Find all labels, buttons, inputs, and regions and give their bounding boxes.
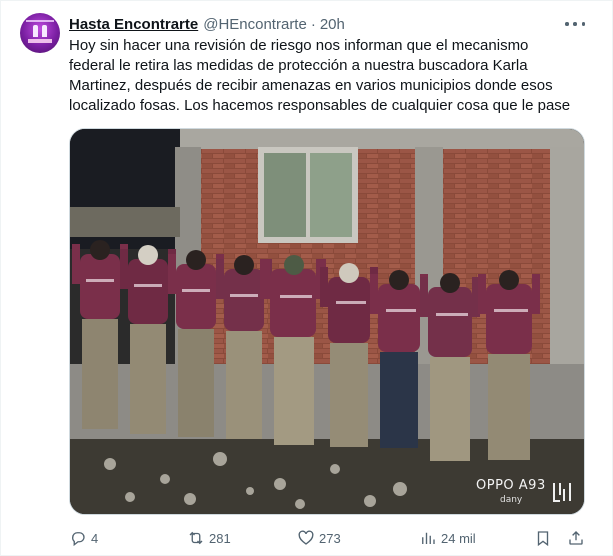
tweet-text: Hoy sin hacer una revisión de riesgo nos… xyxy=(69,36,594,116)
tweet-text-line: federal le retira las medidas de protecc… xyxy=(69,57,528,74)
tweet-time[interactable]: 20h xyxy=(320,16,345,33)
window-pane xyxy=(310,153,352,237)
action-bar: 4 281 273 24 mil xyxy=(69,528,589,548)
photo-scene xyxy=(70,129,584,514)
repost-button[interactable]: 281 xyxy=(187,528,231,548)
views-button[interactable]: 24 mil xyxy=(419,528,476,548)
avatar-figure xyxy=(42,25,47,37)
share-icon xyxy=(569,531,583,545)
watermark-user: dany xyxy=(500,495,523,505)
tweet-text-line: Martinez, después de recibir amenazas en… xyxy=(69,77,553,94)
views-icon xyxy=(422,532,435,544)
like-count: 273 xyxy=(319,530,341,546)
share-button[interactable] xyxy=(567,528,585,548)
avatar-figure xyxy=(33,25,38,37)
bookmark-icon xyxy=(537,531,549,547)
like-icon xyxy=(298,530,314,545)
watermark-logo-icon xyxy=(553,483,571,502)
reply-button[interactable]: 4 xyxy=(69,528,98,548)
tweet-header: Hasta Encontrarte @HEncontrarte · 20h xyxy=(69,14,345,34)
roof-ledge xyxy=(70,207,180,237)
more-icon[interactable] xyxy=(565,15,585,33)
concrete-column xyxy=(550,147,584,369)
window-pane xyxy=(264,153,306,237)
avatar-stripe xyxy=(26,20,54,22)
reply-count: 4 xyxy=(91,530,99,546)
reply-icon xyxy=(72,532,85,547)
separator-dot: · xyxy=(310,15,316,33)
author-name[interactable]: Hasta Encontrarte xyxy=(69,16,198,33)
avatar-band xyxy=(28,39,52,43)
tweet-text-line: localizado fosas. Los hacemos responsabl… xyxy=(69,97,571,114)
camera-watermark: OPPO A93 xyxy=(476,478,546,493)
avatar[interactable] xyxy=(20,13,60,53)
like-button[interactable]: 273 xyxy=(297,528,341,548)
repost-count: 281 xyxy=(209,530,231,546)
repost-icon xyxy=(189,531,203,545)
tweet-card[interactable]: Hasta Encontrarte @HEncontrarte · 20h Ho… xyxy=(0,0,613,556)
author-handle[interactable]: @HEncontrarte xyxy=(203,16,307,33)
tweet-text-line: Hoy sin hacer una revisión de riesgo nos… xyxy=(69,37,529,54)
tweet-photo[interactable]: OPPO A93 dany xyxy=(69,128,585,515)
views-count: 24 mil xyxy=(441,530,476,546)
bookmark-button[interactable] xyxy=(534,528,552,548)
